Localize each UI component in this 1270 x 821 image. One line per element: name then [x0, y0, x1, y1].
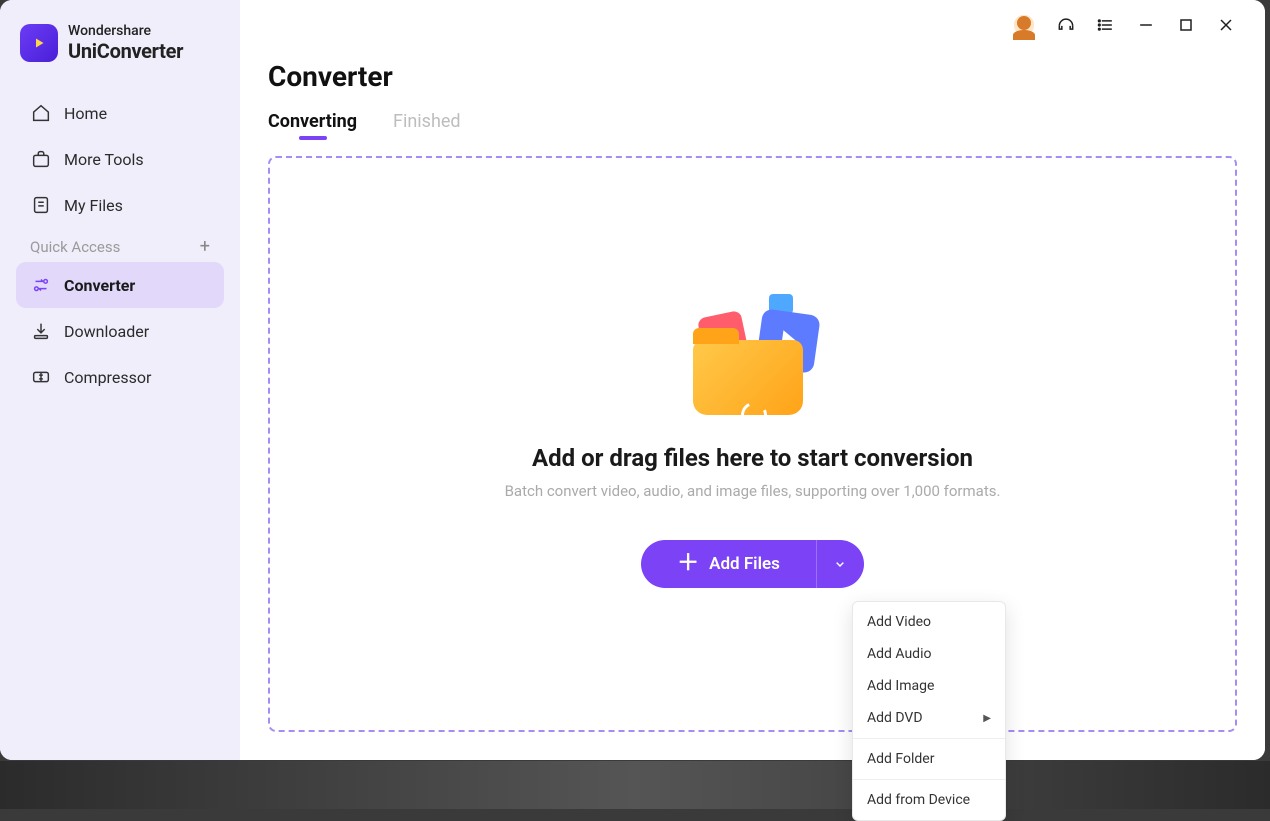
tabs: Converting Finished: [268, 111, 1237, 138]
sidebar-item-my-files[interactable]: My Files: [16, 182, 224, 228]
sidebar-item-more-tools[interactable]: More Tools: [16, 136, 224, 182]
add-quick-access-button[interactable]: +: [200, 238, 210, 256]
dropzone-illustration: ♪: [683, 300, 823, 420]
file-icon: [30, 194, 52, 216]
quick-access-header: Quick Access +: [16, 228, 224, 262]
sidebar-item-compressor[interactable]: Compressor: [16, 354, 224, 400]
menu-list-icon[interactable]: [1095, 14, 1117, 36]
menu-item-add-dvd[interactable]: Add DVD ▶: [853, 702, 1005, 734]
support-icon[interactable]: [1055, 14, 1077, 36]
sidebar: Wondershare UniConverter Home More Tools…: [0, 0, 240, 760]
minimize-button[interactable]: [1135, 14, 1157, 36]
home-icon: [30, 102, 52, 124]
user-avatar-icon[interactable]: [1011, 12, 1037, 38]
sidebar-item-downloader[interactable]: Downloader: [16, 308, 224, 354]
download-icon: [30, 320, 52, 342]
menu-item-label: Add Video: [867, 614, 931, 630]
menu-item-add-video[interactable]: Add Video: [853, 606, 1005, 638]
close-button[interactable]: [1215, 14, 1237, 36]
add-files-button-group: ＋ Add Files: [641, 540, 864, 588]
menu-item-label: Add from Device: [867, 792, 970, 808]
logo: Wondershare UniConverter: [16, 24, 224, 62]
add-files-menu: Add Video Add Audio Add Image Add DVD ▶ A…: [852, 601, 1006, 821]
add-files-label: Add Files: [709, 554, 780, 574]
plus-icon: ＋: [677, 553, 699, 575]
sidebar-item-label: Compressor: [64, 368, 151, 387]
menu-item-label: Add Image: [867, 678, 934, 694]
sidebar-item-label: Converter: [64, 276, 135, 295]
tab-finished[interactable]: Finished: [393, 111, 461, 138]
main-panel: Converter Converting Finished ♪ Add or d…: [240, 0, 1265, 760]
logo-mark-icon: [20, 24, 58, 62]
sidebar-item-label: Downloader: [64, 322, 149, 341]
menu-item-label: Add Audio: [867, 646, 931, 662]
titlebar: [268, 0, 1237, 40]
sidebar-item-label: My Files: [64, 196, 123, 215]
menu-item-add-image[interactable]: Add Image: [853, 670, 1005, 702]
sidebar-item-home[interactable]: Home: [16, 90, 224, 136]
brand-line1: Wondershare: [68, 24, 183, 39]
menu-item-label: Add DVD: [867, 710, 923, 726]
dropzone[interactable]: ♪ Add or drag files here to start conver…: [268, 156, 1237, 732]
maximize-button[interactable]: [1175, 14, 1197, 36]
app-window: Wondershare UniConverter Home More Tools…: [0, 0, 1265, 760]
briefcase-icon: [30, 148, 52, 170]
menu-separator: [853, 779, 1005, 780]
sidebar-item-label: More Tools: [64, 150, 144, 169]
menu-item-add-folder[interactable]: Add Folder: [853, 743, 1005, 775]
quick-access-label: Quick Access: [30, 238, 120, 256]
chevron-down-icon: [832, 556, 848, 572]
add-files-dropdown-button[interactable]: [816, 540, 864, 588]
dropzone-heading: Add or drag files here to start conversi…: [532, 444, 973, 472]
converter-icon: [30, 274, 52, 296]
add-files-button[interactable]: ＋ Add Files: [641, 540, 816, 588]
tab-converting[interactable]: Converting: [268, 111, 357, 138]
menu-item-label: Add Folder: [867, 751, 934, 767]
menu-item-add-from-device[interactable]: Add from Device: [853, 784, 1005, 816]
brand-line2: UniConverter: [68, 40, 183, 62]
menu-separator: [853, 738, 1005, 739]
chevron-right-icon: ▶: [983, 713, 991, 724]
compress-icon: [30, 366, 52, 388]
background-strip: [0, 761, 1270, 809]
menu-item-add-audio[interactable]: Add Audio: [853, 638, 1005, 670]
dropzone-subtext: Batch convert video, audio, and image fi…: [505, 482, 1001, 500]
sidebar-item-converter[interactable]: Converter: [16, 262, 224, 308]
page-title: Converter: [268, 60, 1237, 93]
sidebar-item-label: Home: [64, 104, 107, 123]
